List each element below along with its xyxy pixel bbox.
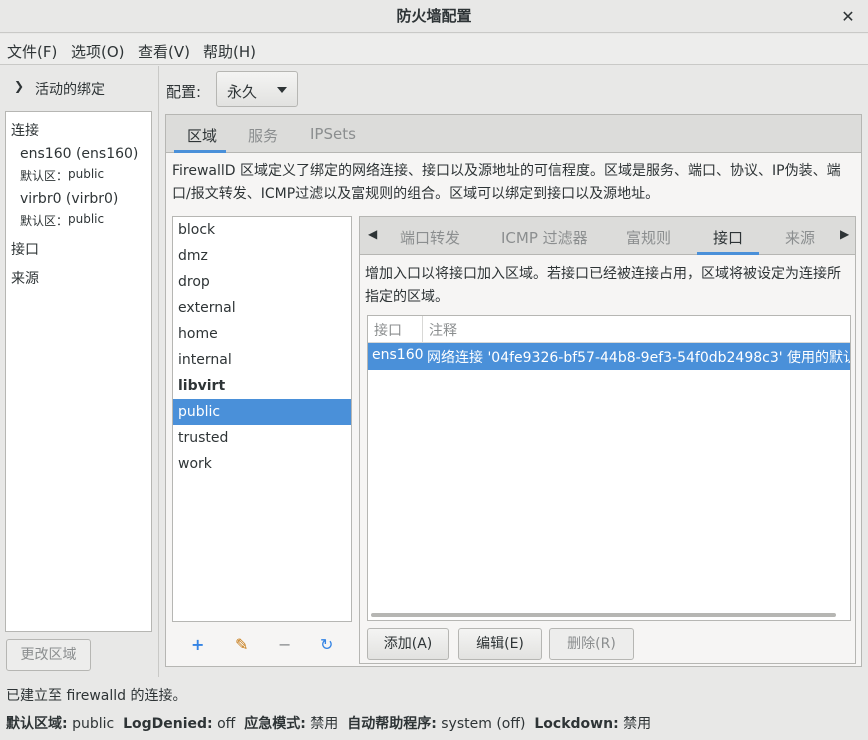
tree-connection-zone: public bbox=[68, 167, 105, 181]
tab-port-forwarding[interactable]: 端口转发 bbox=[400, 227, 460, 248]
tree-connection-zone-label: 默认区： bbox=[20, 169, 69, 183]
zone-description: FirewallD 区域定义了绑定的网络连接、接口以及源地址的可信程度。区域是服… bbox=[172, 163, 841, 202]
scroll-left-icon[interactable]: ◀ bbox=[368, 227, 377, 241]
window-title: 防火墙配置 bbox=[396, 7, 472, 25]
column-divider[interactable] bbox=[422, 316, 423, 343]
tree-connection-virbr0[interactable]: virbr0 (virbr0) bbox=[20, 191, 118, 207]
chevron-down-icon bbox=[277, 87, 287, 93]
active-bindings-header[interactable]: ❯ 活动的绑定 bbox=[0, 66, 158, 110]
horizontal-scrollbar[interactable] bbox=[371, 613, 836, 617]
default-zone-label: 默认区域: bbox=[6, 716, 68, 732]
zone-detail-notebook: ◀ 端口转发 ICMP 过滤器 富规则 接口 来源 ▶ 增加入口以将接口加入区域… bbox=[359, 216, 856, 664]
tab-zones[interactable]: 区域 bbox=[187, 125, 217, 146]
col-interface[interactable]: 接口 bbox=[374, 320, 402, 340]
tab-interfaces[interactable]: 接口 bbox=[713, 227, 743, 248]
auto-helper-value: system (off) bbox=[441, 716, 526, 732]
main-tabs: 区域 服务 IPSets bbox=[166, 115, 861, 153]
pane-divider[interactable] bbox=[158, 66, 159, 677]
remove-interface-button[interactable]: 删除(R) bbox=[549, 628, 634, 660]
config-label: 配置: bbox=[166, 83, 202, 101]
change-zone-button[interactable]: 更改区域 bbox=[6, 639, 91, 671]
close-icon[interactable]: ✕ bbox=[838, 0, 858, 33]
lockdown-label: Lockdown: bbox=[534, 716, 619, 732]
zone-item[interactable]: work bbox=[173, 451, 351, 477]
remove-icon[interactable]: − bbox=[278, 635, 291, 654]
config-select[interactable]: 永久 bbox=[216, 71, 298, 107]
tab-ipsets[interactable]: IPSets bbox=[310, 125, 356, 143]
table-header: 接口 注释 bbox=[368, 316, 850, 343]
zone-detail-tabs: ◀ 端口转发 ICMP 过滤器 富规则 接口 来源 ▶ bbox=[360, 217, 855, 255]
config-value: 永久 bbox=[227, 83, 258, 101]
active-tab-indicator bbox=[174, 150, 226, 153]
zone-item[interactable]: external bbox=[173, 295, 351, 321]
tree-connection-zone: public bbox=[68, 212, 105, 226]
menu-help[interactable]: 帮助(H) bbox=[203, 41, 256, 62]
zone-item[interactable]: dmz bbox=[173, 243, 351, 269]
bindings-tree: 连接 ens160 (ens160) 默认区： public virbr0 (v… bbox=[5, 111, 152, 632]
col-comment[interactable]: 注释 bbox=[429, 320, 457, 340]
reload-icon[interactable]: ↻ bbox=[320, 635, 333, 654]
table-row[interactable]: ens160 网络连接 '04fe9326-bf57-44b8-9ef3-54f… bbox=[368, 343, 850, 370]
tab-services[interactable]: 服务 bbox=[248, 125, 278, 146]
zone-item[interactable]: block bbox=[173, 217, 351, 243]
menu-bar: 文件(F) 选项(O) 查看(V) 帮助(H) bbox=[0, 34, 868, 65]
zone-item[interactable]: internal bbox=[173, 347, 351, 373]
zone-item[interactable]: home bbox=[173, 321, 351, 347]
row-interface: ens160 bbox=[372, 347, 424, 363]
panic-mode-label: 应急模式: bbox=[244, 716, 306, 732]
active-bindings-label: 活动的绑定 bbox=[35, 82, 105, 98]
tab-rich-rules[interactable]: 富规则 bbox=[626, 227, 671, 248]
tree-connections[interactable]: 连接 bbox=[11, 120, 39, 140]
default-zone-value: public bbox=[72, 716, 115, 732]
title-bar: 防火墙配置 ✕ bbox=[0, 0, 868, 33]
interfaces-description: 增加入口以将接口加入区域。若接口已经被连接占用，区域将被设定为连接所指定的区域。 bbox=[365, 266, 841, 305]
zone-item[interactable]: trusted bbox=[173, 425, 351, 451]
tab-sources[interactable]: 来源 bbox=[785, 227, 815, 248]
tree-connection-zone-label: 默认区： bbox=[20, 214, 69, 228]
main-notebook: 区域 服务 IPSets FirewallD 区域定义了绑定的网络连接、接口以及… bbox=[165, 114, 862, 667]
auto-helper-label: 自动帮助程序: bbox=[347, 716, 437, 732]
zone-list: block dmz drop external home internal li… bbox=[172, 216, 352, 622]
edit-icon[interactable]: ✎ bbox=[235, 635, 248, 654]
connection-status: 已建立至 firewalld 的连接。 bbox=[6, 688, 187, 704]
zone-item[interactable]: libvirt bbox=[173, 373, 351, 399]
add-icon[interactable]: + bbox=[191, 635, 204, 654]
active-tab-indicator bbox=[697, 252, 759, 255]
panic-mode-value: 禁用 bbox=[310, 716, 339, 732]
zone-item[interactable]: drop bbox=[173, 269, 351, 295]
log-denied-value: off bbox=[217, 716, 236, 732]
interfaces-table: 接口 注释 ens160 网络连接 '04fe9326-bf57-44b8-9e… bbox=[367, 315, 851, 621]
zone-toolbar: + ✎ − ↻ bbox=[172, 623, 352, 661]
tab-icmp-filter[interactable]: ICMP 过滤器 bbox=[501, 227, 588, 248]
menu-options[interactable]: 选项(O) bbox=[71, 41, 125, 62]
menu-view[interactable]: 查看(V) bbox=[138, 41, 190, 62]
status-bar: 默认区域: public LogDenied: off 应急模式: 禁用 自动帮… bbox=[6, 713, 651, 733]
tree-interfaces[interactable]: 接口 bbox=[11, 239, 39, 259]
tree-connection-ens160[interactable]: ens160 (ens160) bbox=[20, 146, 138, 162]
edit-interface-button[interactable]: 编辑(E) bbox=[458, 628, 542, 660]
zone-item-selected[interactable]: public bbox=[173, 399, 351, 425]
log-denied-label: LogDenied: bbox=[123, 716, 213, 732]
menu-file[interactable]: 文件(F) bbox=[7, 41, 57, 62]
row-comment: 网络连接 '04fe9326-bf57-44b8-9ef3-54f0db2498… bbox=[427, 350, 850, 366]
add-interface-button[interactable]: 添加(A) bbox=[367, 628, 449, 660]
lockdown-value: 禁用 bbox=[623, 716, 652, 732]
scroll-right-icon[interactable]: ▶ bbox=[840, 227, 849, 241]
tree-sources[interactable]: 来源 bbox=[11, 268, 39, 288]
chevron-down-icon[interactable]: ❯ bbox=[14, 79, 24, 93]
